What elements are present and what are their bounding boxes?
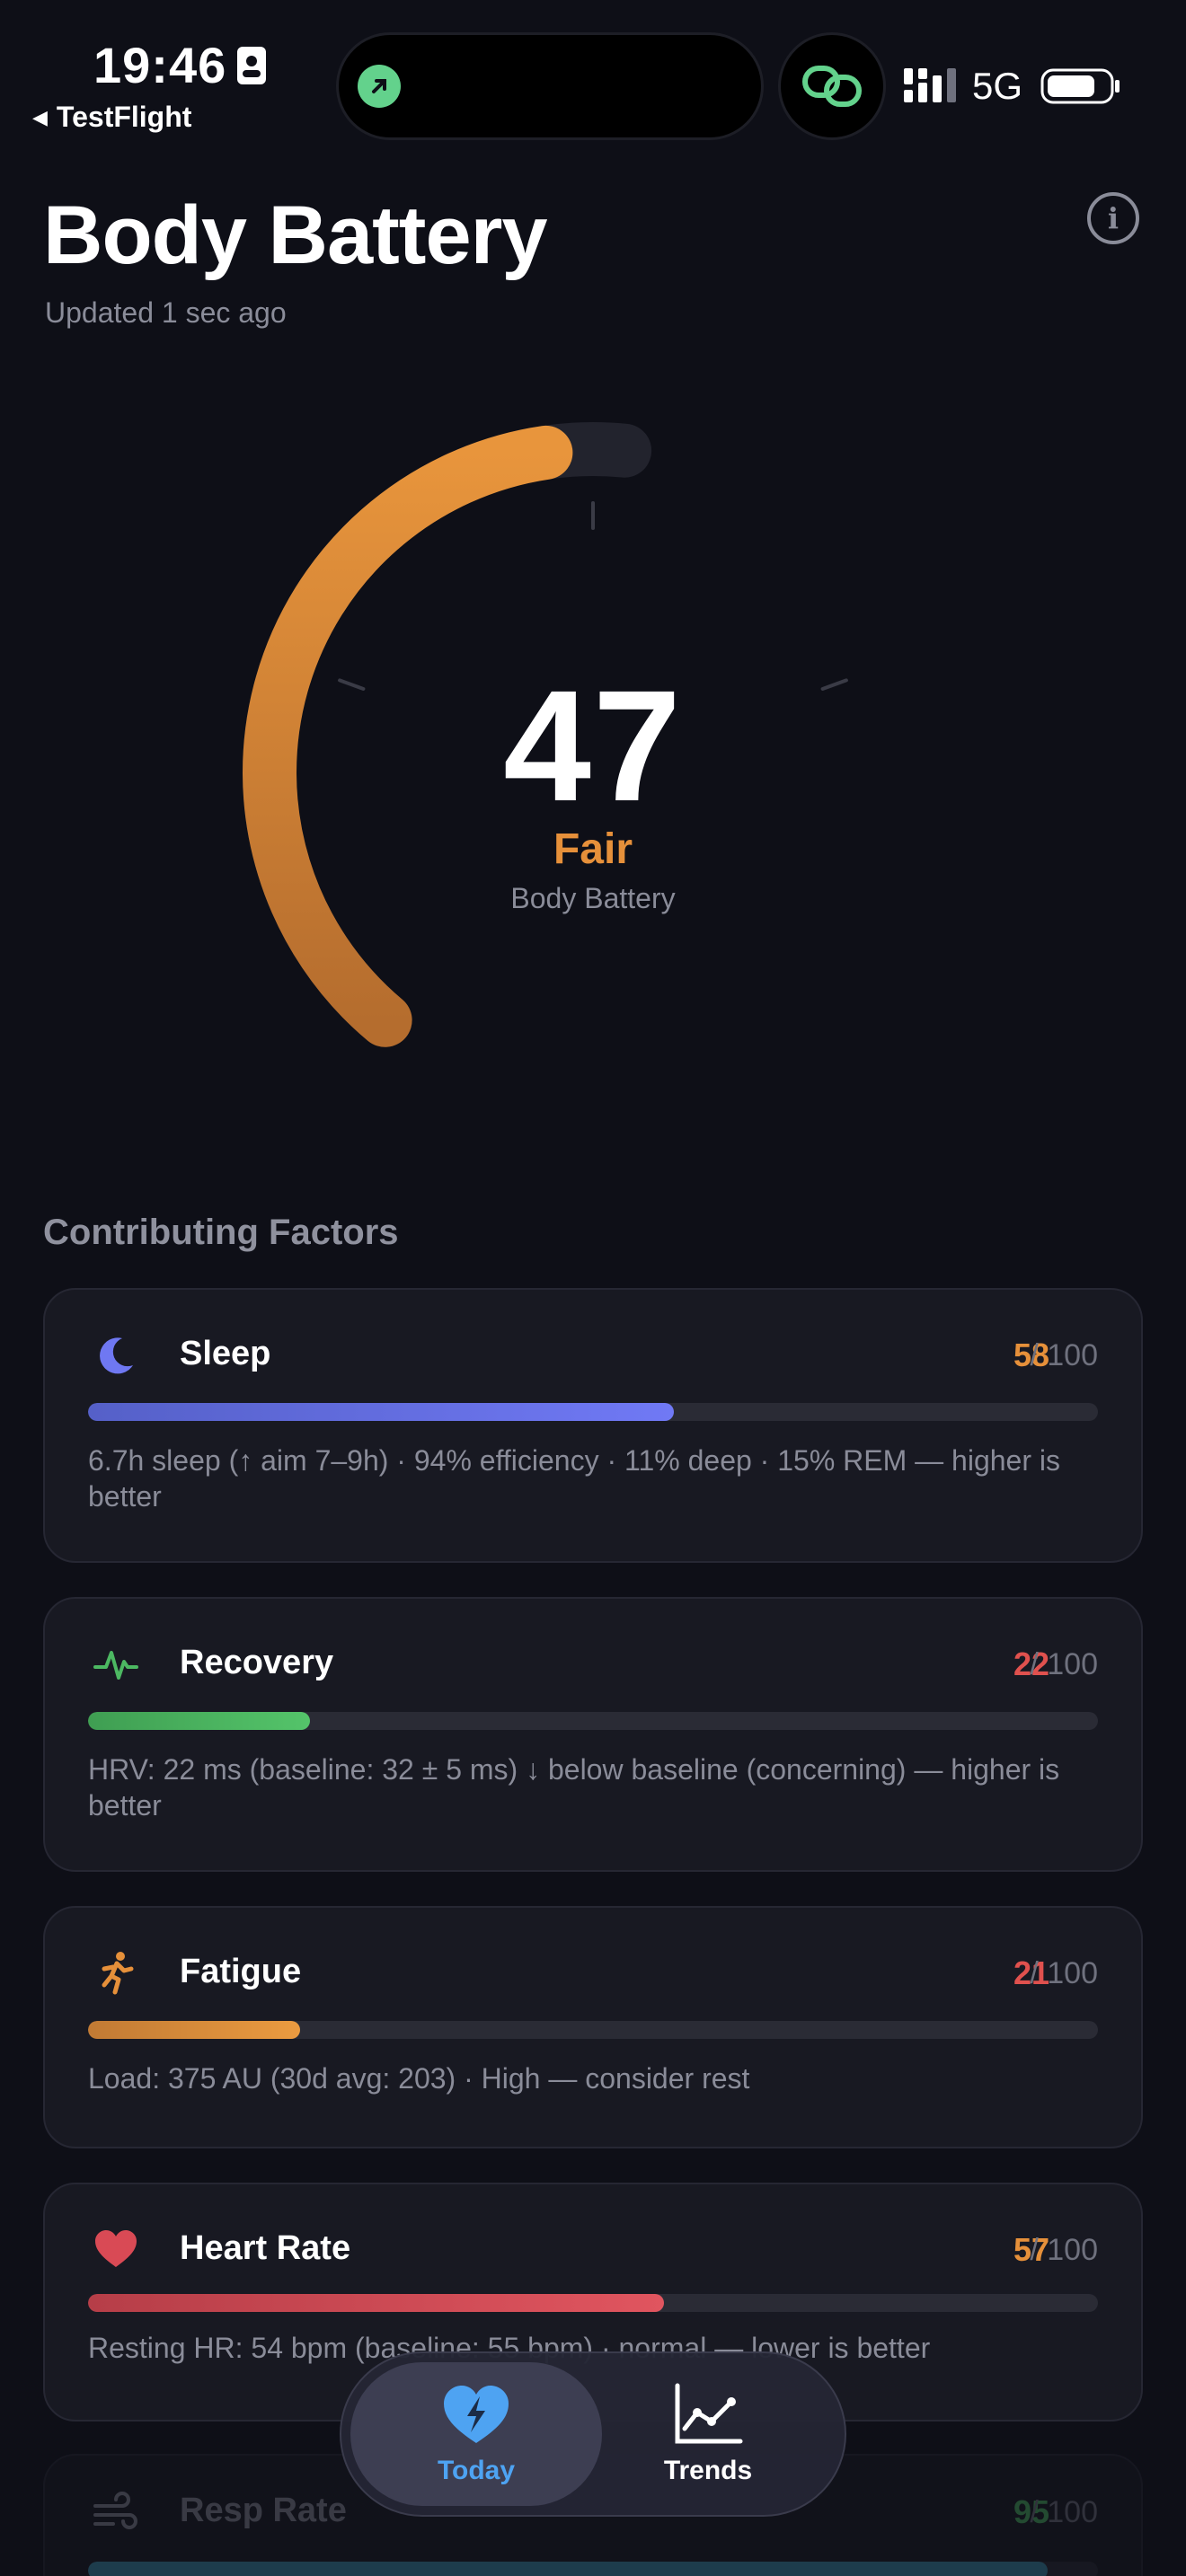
factor-bar-track xyxy=(88,1403,1098,1421)
factor-bar-fill xyxy=(88,2294,664,2312)
factor-bar-track xyxy=(88,2562,1098,2576)
factor-max: / 100 xyxy=(1030,2233,1098,2267)
tab-trends-label: Trends xyxy=(663,2456,753,2485)
factor-bar-fill xyxy=(88,2562,1048,2576)
id-card-icon xyxy=(237,47,266,84)
tab-today[interactable]: Today xyxy=(350,2362,602,2506)
factor-name: Sleep xyxy=(180,1335,271,1372)
status-time: 19:46 xyxy=(93,37,227,93)
factor-card-sleep[interactable]: Sleep 58 / 100 6.7h sleep (↑ aim 7–9h) ·… xyxy=(43,1288,1143,1563)
link-icon xyxy=(802,66,862,107)
location-arrow-icon xyxy=(358,65,401,108)
signal-icon xyxy=(904,68,956,102)
factor-bar-fill xyxy=(88,1712,311,1730)
chart-line-icon xyxy=(675,2383,743,2444)
factor-card-fatigue[interactable]: Fatigue 21 / 100 Load: 375 AU (30d avg: … xyxy=(43,1906,1143,2148)
factor-max: / 100 xyxy=(1030,1647,1098,1681)
factor-max: / 100 xyxy=(1030,1956,1098,1990)
network-label: 5G xyxy=(972,65,1023,107)
tab-today-label: Today xyxy=(437,2456,516,2485)
factor-description: HRV: 22 ms (baseline: 32 ± 5 ms) ↓ below… xyxy=(88,1753,1060,1822)
wind-icon xyxy=(93,2492,137,2529)
heartbeat-icon xyxy=(93,1651,138,1680)
info-icon: i xyxy=(1107,201,1120,235)
tab-trends[interactable]: Trends xyxy=(582,2362,834,2506)
page-title: Body Battery xyxy=(43,190,548,281)
factor-name: Recovery xyxy=(180,1644,334,1681)
updated-timestamp: Updated 1 sec ago xyxy=(45,296,287,329)
back-to-testflight[interactable]: ◀ TestFlight xyxy=(32,101,191,134)
factor-bar-fill xyxy=(88,2021,301,2039)
back-label: TestFlight xyxy=(56,101,192,133)
island-link-bubble[interactable] xyxy=(778,32,886,140)
info-button[interactable]: i xyxy=(1087,192,1139,244)
factor-name: Fatigue xyxy=(180,1953,302,1990)
factor-bar-track xyxy=(88,2021,1098,2039)
factor-bar-fill xyxy=(88,1403,674,1421)
gauge-value: 47 xyxy=(503,658,683,834)
back-arrow-icon: ◀ xyxy=(32,106,48,128)
gauge-status: Fair xyxy=(553,825,633,873)
factor-name: Heart Rate xyxy=(180,2229,351,2267)
tab-bar: Today Trends xyxy=(340,2351,846,2517)
runner-icon xyxy=(102,1952,134,1995)
factor-bar-track xyxy=(88,2294,1098,2312)
factor-max: / 100 xyxy=(1030,2495,1098,2529)
heart-icon xyxy=(95,2230,137,2267)
battery-icon xyxy=(1040,68,1120,104)
factor-max: / 100 xyxy=(1030,1338,1098,1372)
moon-icon xyxy=(100,1337,133,1374)
gauge-caption: Body Battery xyxy=(510,882,676,914)
status-bar: 19:46 ◀ TestFlight 5G xyxy=(0,0,1186,153)
section-title: Contributing Factors xyxy=(43,1213,399,1252)
factor-bar-track xyxy=(88,1712,1098,1730)
factor-card-recovery[interactable]: Recovery 22 / 100 HRV: 22 ms (baseline: … xyxy=(43,1597,1143,1872)
factor-description: Load: 375 AU (30d avg: 203) · High — con… xyxy=(88,2062,750,2095)
heart-bolt-icon xyxy=(444,2386,509,2443)
factor-description: 6.7h sleep (↑ aim 7–9h) · 94% efficiency… xyxy=(88,1444,1060,1513)
factor-name: Resp Rate xyxy=(180,2492,347,2529)
